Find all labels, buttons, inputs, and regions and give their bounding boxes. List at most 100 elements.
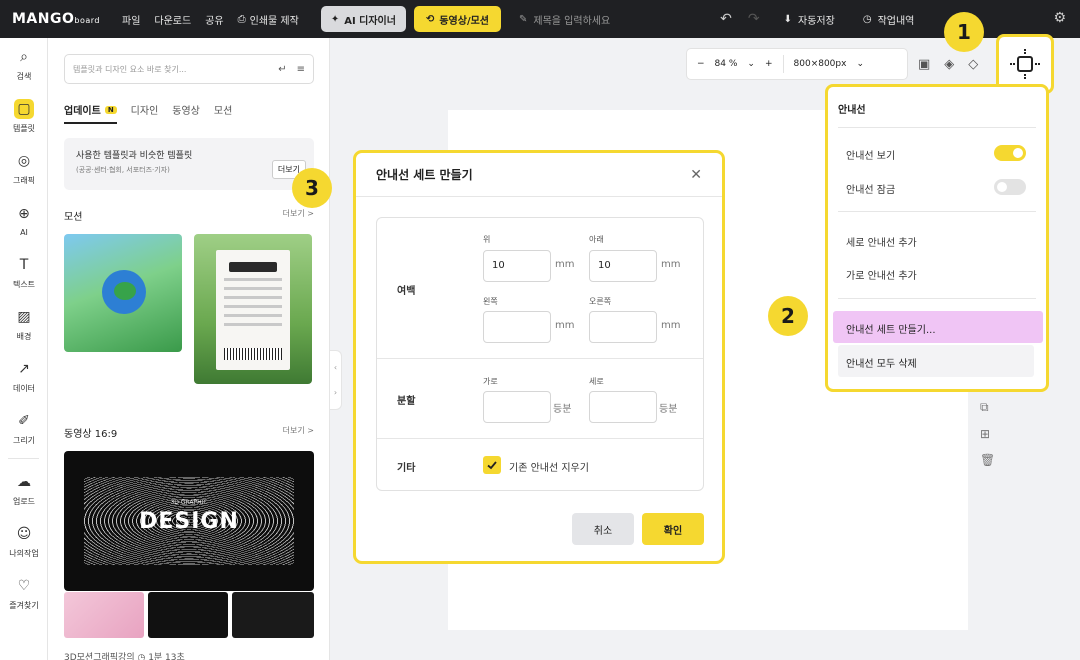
chevron-down-icon[interactable]: ⌄ — [747, 59, 755, 69]
rail-draw[interactable]: ✐ 그리기 — [0, 402, 48, 454]
new-badge: N — [104, 105, 117, 114]
row-divider — [377, 358, 703, 359]
zoom-level[interactable]: 84 % — [715, 59, 738, 69]
similar-templates-card[interactable]: 사용한 템플릿과 비슷한 템플릿 (공공·센터·협회, 서포터즈·기자) 더보기 — [64, 138, 314, 190]
print-button[interactable]: ⎙ 인쇄물 제작 — [238, 12, 299, 27]
logo[interactable]: MANGOboard — [12, 11, 112, 27]
margin-bottom-input[interactable]: 10 — [589, 250, 657, 282]
motion-thumbnail-spring[interactable] — [194, 234, 312, 384]
tab-motion[interactable]: 모션 — [214, 102, 232, 124]
undo-redo: ↶ ↷ — [720, 11, 759, 27]
copy-page-icon[interactable]: ⧉ — [980, 400, 995, 415]
unit-mm: mm — [661, 320, 681, 331]
lock-guides-toggle[interactable] — [994, 179, 1026, 195]
graphic-icon: ◎ — [17, 152, 31, 169]
canvas-size[interactable]: 800×800px — [794, 59, 847, 69]
rail-text[interactable]: T 텍스트 — [0, 246, 48, 298]
trash-icon[interactable]: 🗑 — [980, 453, 995, 467]
show-guides-toggle[interactable] — [994, 145, 1026, 161]
dialog-form: 여백 위 10 mm 아래 10 mm 왼쪽 mm 오른쪽 mm 분할 가로 등… — [376, 217, 704, 491]
gear-icon[interactable]: ⚙ — [1053, 10, 1066, 26]
chevron-down-icon[interactable]: ⌄ — [856, 59, 864, 69]
history-icon: ◷ — [862, 13, 872, 25]
add-vertical-guide[interactable]: 세로 안내선 추가 — [846, 234, 917, 249]
motion-title: 모션 — [64, 212, 83, 223]
zoom-in-icon[interactable]: + — [765, 59, 773, 69]
menu-download[interactable]: 다운로드 — [154, 12, 191, 27]
margin-top-input[interactable]: 10 — [483, 250, 551, 282]
autosave-button[interactable]: ⬇ 자동저장 — [784, 12, 835, 27]
rail-data[interactable]: ↗ 데이터 — [0, 350, 48, 402]
rows-label: 세로 — [589, 377, 604, 386]
clear-guides-label: 기존 안내선 지우기 — [509, 463, 589, 474]
rail-ai[interactable]: ⊕ AI — [0, 194, 48, 246]
title-input[interactable]: ✎ 제목을 입력하세요 — [519, 12, 610, 27]
margin-left-input[interactable] — [483, 311, 551, 343]
rail-graphic[interactable]: ◎ 그래픽 — [0, 142, 48, 194]
unit-mm: mm — [661, 259, 681, 270]
rail-my-work[interactable]: ☺ 나의작업 — [0, 515, 48, 567]
rail-template[interactable]: ▢ 템플릿 — [0, 90, 48, 142]
rail-background[interactable]: ▨ 배경 — [0, 298, 48, 350]
print-icon: ⎙ — [237, 13, 246, 25]
menu-share[interactable]: 공유 — [205, 12, 223, 27]
video-strip-thumb[interactable] — [232, 592, 314, 638]
rail-search[interactable]: ⌕ 검색 — [0, 38, 48, 90]
zoom-out-icon[interactable]: − — [697, 59, 705, 69]
undo-icon[interactable]: ↶ — [720, 11, 732, 27]
layers-icon[interactable]: ◈ — [944, 57, 954, 72]
margin-right-input[interactable] — [589, 311, 657, 343]
canvas-side-tools: ▣ ◈ ◇ — [918, 48, 978, 80]
tab-video[interactable]: 동영상 — [172, 102, 200, 124]
menu-file[interactable]: 파일 — [122, 12, 140, 27]
motion-thumbnail-earth[interactable] — [64, 234, 182, 352]
redo-icon[interactable]: ↷ — [748, 11, 760, 27]
template-search-input[interactable]: 템플릿과 디자인 요소 바로 찾기... ↵ ≡ — [64, 54, 314, 84]
eraser-icon[interactable]: ◇ — [968, 57, 978, 72]
history-button[interactable]: ◷ 작업내역 — [863, 12, 915, 27]
rail-upload[interactable]: ☁ 업로드 — [0, 463, 48, 515]
design-word: DESIGN — [139, 509, 239, 534]
panel-collapse-handle[interactable]: ‹ › — [330, 350, 342, 410]
close-icon[interactable]: ✕ — [690, 167, 702, 183]
upload-icon: ☁ — [17, 473, 31, 490]
menu-divider — [838, 298, 1036, 299]
text-icon: T — [19, 256, 29, 273]
earth-character — [102, 270, 146, 314]
image-icon[interactable]: ▣ — [918, 57, 930, 72]
make-guide-set-item[interactable]: 안내선 세트 만들기... — [833, 311, 1043, 343]
motion-section-header: 모션 더보기 > — [64, 208, 314, 223]
video-strip-thumb[interactable] — [148, 592, 228, 638]
confirm-button[interactable]: 확인 — [642, 513, 704, 545]
split-rows-input[interactable] — [589, 391, 657, 423]
chevron-left-icon: ‹ — [333, 363, 338, 372]
clear-guides-checkbox[interactable] — [483, 456, 501, 474]
similar-title: 사용한 템플릿과 비슷한 템플릿 — [76, 151, 193, 161]
motion-more-link[interactable]: 더보기 > — [283, 208, 314, 223]
ai-designer-button[interactable]: ✦ AI 디자이너 — [320, 6, 406, 32]
tab-update[interactable]: 업데이트 N — [64, 102, 117, 124]
unit-split: 등분 — [659, 404, 678, 415]
enter-icon[interactable]: ↵ — [278, 64, 286, 75]
split-cols-input[interactable] — [483, 391, 551, 423]
unit-mm: mm — [555, 259, 575, 270]
cancel-button[interactable]: 취소 — [572, 513, 634, 545]
toolbar-divider — [782, 55, 784, 73]
video-more-link[interactable]: 더보기 > — [283, 425, 314, 440]
add-horizontal-guide[interactable]: 가로 안내선 추가 — [846, 267, 917, 282]
video-section-header: 동영상 16:9 더보기 > — [64, 425, 314, 440]
top-bar: MANGOboard 파일 다운로드 공유 ⎙ 인쇄물 제작 ✦ AI 디자이너… — [0, 0, 1080, 38]
rail-favorite[interactable]: ♡ 즐겨찾기 — [0, 567, 48, 619]
video-strip-thumb[interactable] — [64, 592, 144, 638]
canvas-toolbar: − 84 % ⌄ + 800×800px ⌄ — [686, 48, 908, 80]
search-icon: ⌕ — [20, 48, 28, 65]
menu-divider — [838, 127, 1036, 128]
video-thumbnail-design[interactable]: 3D GRAPHIC DESIGN — [64, 451, 314, 591]
add-page-icon[interactable]: ⊞ — [980, 427, 995, 441]
filter-search-icon[interactable]: ≡ — [297, 64, 305, 75]
tab-design[interactable]: 디자인 — [131, 102, 159, 124]
delete-all-guides-item[interactable]: 안내선 모두 삭제 — [838, 345, 1034, 377]
rail-divider — [8, 458, 39, 459]
video-motion-button[interactable]: ⟲ 동영상/모션 — [413, 6, 501, 32]
edit-icon: ✎ — [519, 13, 528, 25]
